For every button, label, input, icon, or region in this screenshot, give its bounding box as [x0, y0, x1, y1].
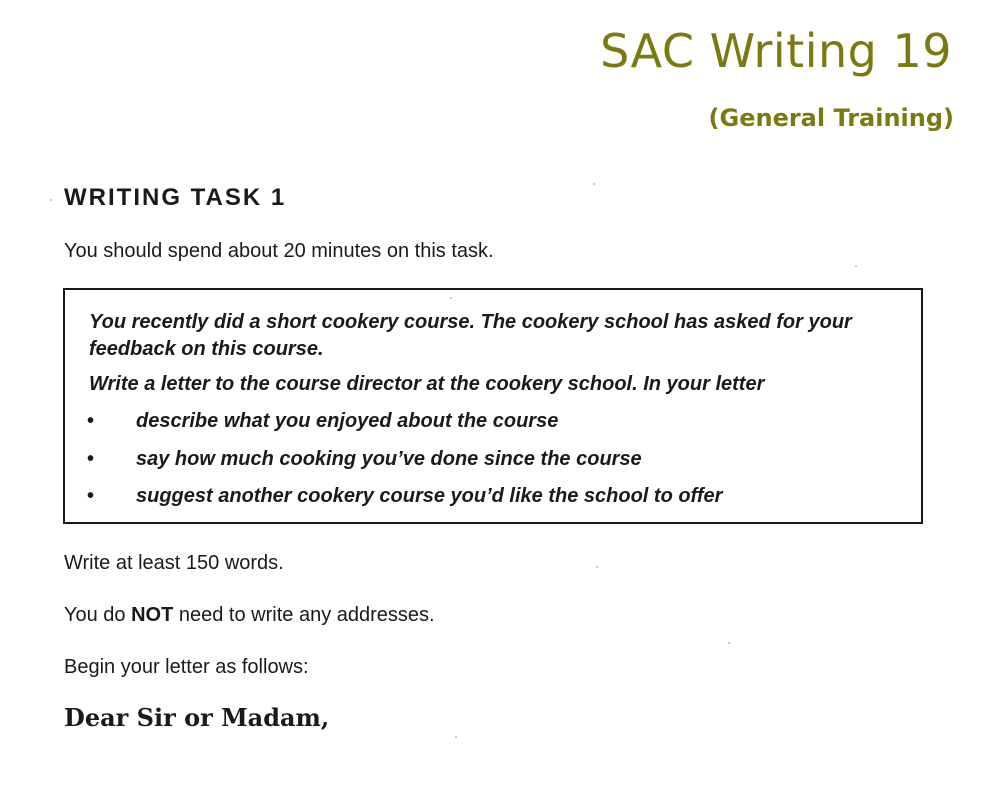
- scan-speck: [855, 265, 857, 267]
- scan-speck: [596, 566, 598, 568]
- bullet-text: suggest another cookery course you’d lik…: [136, 485, 723, 507]
- task-prompt-box: You recently did a short cookery course.…: [63, 288, 923, 524]
- letter-salutation: Dear Sir or Madam,: [64, 703, 330, 732]
- prompt-intro: You recently did a short cookery course.…: [89, 311, 852, 360]
- bullet-text: say how much cooking you’ve done since t…: [136, 448, 642, 470]
- bullet-text: describe what you enjoyed about the cour…: [136, 410, 559, 432]
- word-count-instruction: Write at least 150 words.: [64, 552, 284, 574]
- scan-speck: [593, 183, 595, 185]
- begin-instruction: Begin your letter as follows:: [64, 656, 309, 678]
- scan-speck: [50, 199, 52, 201]
- prompt-instruction: Write a letter to the course director at…: [89, 373, 765, 395]
- scan-speck: [728, 642, 730, 644]
- time-instruction: You should spend about 20 minutes on thi…: [64, 240, 494, 262]
- addresses-emphasis: NOT: [131, 604, 174, 626]
- addresses-instruction: You do NOT need to write any addresses.: [64, 604, 435, 627]
- bullet-icon: •: [87, 448, 95, 470]
- scan-speck: [450, 297, 452, 299]
- addresses-text-before: You do: [64, 604, 132, 626]
- scan-speck: [455, 736, 457, 738]
- bullet-icon: •: [87, 485, 95, 507]
- bullet-icon: •: [87, 410, 95, 432]
- page-subtitle: (General Training): [708, 104, 954, 132]
- task-heading: WRITING TASK 1: [64, 184, 287, 211]
- addresses-text-after: need to write any addresses.: [173, 604, 435, 626]
- page-title: SAC Writing 19: [600, 24, 952, 78]
